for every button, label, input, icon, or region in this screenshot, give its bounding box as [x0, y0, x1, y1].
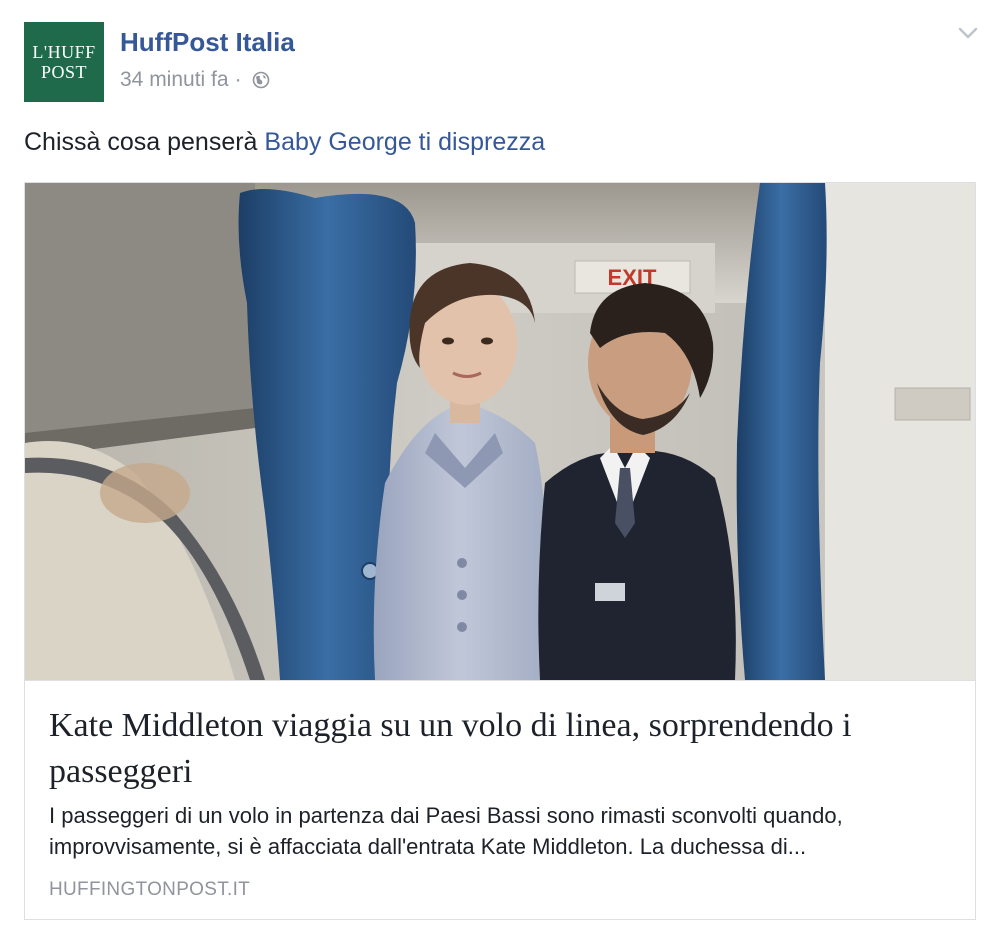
link-preview-description: I passeggeri di un volo in partenza dai … — [49, 803, 843, 859]
post-message: Chissà cosa penserà Baby George ti dispr… — [24, 128, 545, 157]
airplane-cabin-photo: EXIT — [25, 183, 975, 680]
meta-separator: · — [234, 68, 242, 91]
globe-icon[interactable] — [252, 71, 270, 89]
post-timestamp[interactable]: 34 minuti fa — [120, 68, 229, 92]
avatar-line-1: L'HUFF — [32, 42, 96, 62]
message-text: Chissà cosa penserà — [24, 128, 258, 156]
link-preview-image[interactable]: EXIT — [25, 183, 975, 681]
avatar-line-2: POST — [40, 62, 87, 82]
link-preview-title[interactable]: Kate Middleton viaggia su un volo di lin… — [49, 703, 949, 795]
link-preview-domain: HUFFINGTONPOST.IT — [49, 879, 251, 900]
post-meta: 34 minuti fa · — [120, 68, 270, 92]
message-link[interactable]: Baby George ti disprezza — [264, 128, 545, 156]
link-preview-card[interactable]: EXIT Kate Middleton viaggia su un volo d… — [24, 182, 976, 920]
page-avatar[interactable]: L'HUFF POST — [24, 22, 104, 102]
chevron-down-icon[interactable] — [958, 26, 978, 40]
page-name-link[interactable]: HuffPost Italia — [120, 27, 295, 58]
